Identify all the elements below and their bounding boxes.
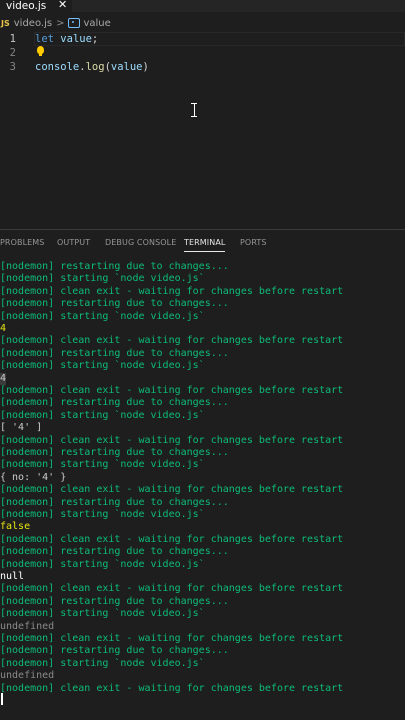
terminal-line: 4 <box>0 372 7 385</box>
terminal-line: [nodemon] restarting due to changes... <box>0 496 229 508</box>
breadcrumb-file[interactable]: video.js <box>14 18 52 29</box>
code-line[interactable]: 2 <box>0 46 405 60</box>
line-number: 2 <box>9 47 16 59</box>
terminal-line: [nodemon] clean exit - waiting for chang… <box>0 682 344 694</box>
code-token: value <box>60 33 92 45</box>
terminal-cursor <box>1 693 3 705</box>
terminal-line: [nodemon] restarting due to changes... <box>0 397 229 409</box>
terminal-line: { no: '4' } <box>0 471 67 483</box>
terminal-line: [ '4' ] <box>0 422 43 434</box>
code-token: let <box>35 33 54 45</box>
breadcrumb-symbol[interactable]: value <box>83 18 110 29</box>
tab-output[interactable]: OUTPUT <box>57 232 90 254</box>
panel-tab-bar: PROBLEMS OUTPUT DEBUG CONSOLE TERMINAL PORTS <box>0 232 405 254</box>
code-token: log <box>85 61 105 73</box>
tab-debug-console[interactable]: DEBUG CONSOLE <box>105 232 176 254</box>
code-token: ; <box>91 33 99 45</box>
terminal-line: [nodemon] clean exit - waiting for chang… <box>0 484 344 496</box>
terminal-line: [nodemon] starting `node video.js` <box>0 657 205 669</box>
text-cursor-icon <box>191 103 197 117</box>
terminal-line: [nodemon] starting `node video.js` <box>0 608 205 620</box>
terminal-line: [nodemon] restarting due to changes... <box>0 645 229 657</box>
editor-tab-bar: video.js ✕ <box>0 0 405 12</box>
tab-terminal[interactable]: TERMINAL <box>184 232 226 254</box>
terminal-line: [nodemon] clean exit - waiting for chang… <box>0 434 344 446</box>
terminal-line: [nodemon] restarting due to changes... <box>0 261 229 272</box>
lightbulb-icon[interactable] <box>37 46 44 56</box>
terminal-line: [nodemon] clean exit - waiting for chang… <box>0 633 344 644</box>
terminal-line: null <box>0 571 25 582</box>
terminal-line: [nodemon] starting `node video.js` <box>0 310 205 322</box>
terminal-line: [nodemon] restarting due to changes... <box>0 595 229 607</box>
line-number: 3 <box>9 61 16 73</box>
terminal-line: [nodemon] starting `node video.js` <box>0 459 205 471</box>
variable-symbol-icon <box>68 18 81 28</box>
code-editor[interactable]: 1 let value; 2 3 console.log(value) <box>0 32 405 228</box>
terminal-line: [nodemon] restarting due to changes... <box>0 298 229 310</box>
line-number: 1 <box>9 33 16 45</box>
code-token: console <box>35 61 80 73</box>
panel-divider[interactable] <box>0 229 405 230</box>
code-line[interactable]: 3 console.log(value) <box>0 60 405 74</box>
terminal-output[interactable]: [nodemon] restarting due to changes... [n… <box>0 261 405 720</box>
javascript-file-icon: JS <box>1 18 10 28</box>
chevron-right-icon: > <box>56 17 65 29</box>
terminal-line: [nodemon] restarting due to changes... <box>0 546 229 558</box>
terminal-line: [nodemon] clean exit - waiting for chang… <box>0 583 344 595</box>
tab-video-js[interactable]: video.js ✕ <box>0 0 72 12</box>
code-token: ) <box>142 61 149 73</box>
code-token: value <box>110 61 143 73</box>
terminal-line: undefined <box>0 670 55 682</box>
terminal-line: [nodemon] starting `node video.js` <box>0 509 205 520</box>
terminal-line: [nodemon] starting `node video.js` <box>0 273 205 285</box>
terminal-line: undefined <box>0 620 55 632</box>
terminal-line: [nodemon] clean exit - waiting for chang… <box>0 285 344 297</box>
terminal-line: [nodemon] starting `node video.js` <box>0 360 205 372</box>
close-icon[interactable]: ✕ <box>58 0 67 11</box>
code-text: let value; <box>35 32 98 46</box>
terminal-line: false <box>0 521 31 533</box>
terminal-line: 4 <box>0 323 7 334</box>
tab-problems[interactable]: PROBLEMS <box>0 232 44 254</box>
code-text: console.log(value) <box>35 60 149 74</box>
terminal-line: [nodemon] clean exit - waiting for chang… <box>0 335 344 347</box>
terminal-line: [nodemon] starting `node video.js` <box>0 558 205 570</box>
tab-ports[interactable]: PORTS <box>240 232 267 254</box>
code-line[interactable]: 1 let value; <box>0 32 405 46</box>
breadcrumb: JS video.js > value <box>0 14 405 32</box>
terminal-line: [nodemon] clean exit - waiting for chang… <box>0 385 344 396</box>
terminal-line: [nodemon] restarting due to changes... <box>0 447 229 458</box>
terminal-line: [nodemon] starting `node video.js` <box>0 409 205 421</box>
terminal-line: [nodemon] clean exit - waiting for chang… <box>0 533 344 545</box>
tab-label: video.js <box>6 0 47 12</box>
terminal-line: [nodemon] restarting due to changes... <box>0 347 229 359</box>
